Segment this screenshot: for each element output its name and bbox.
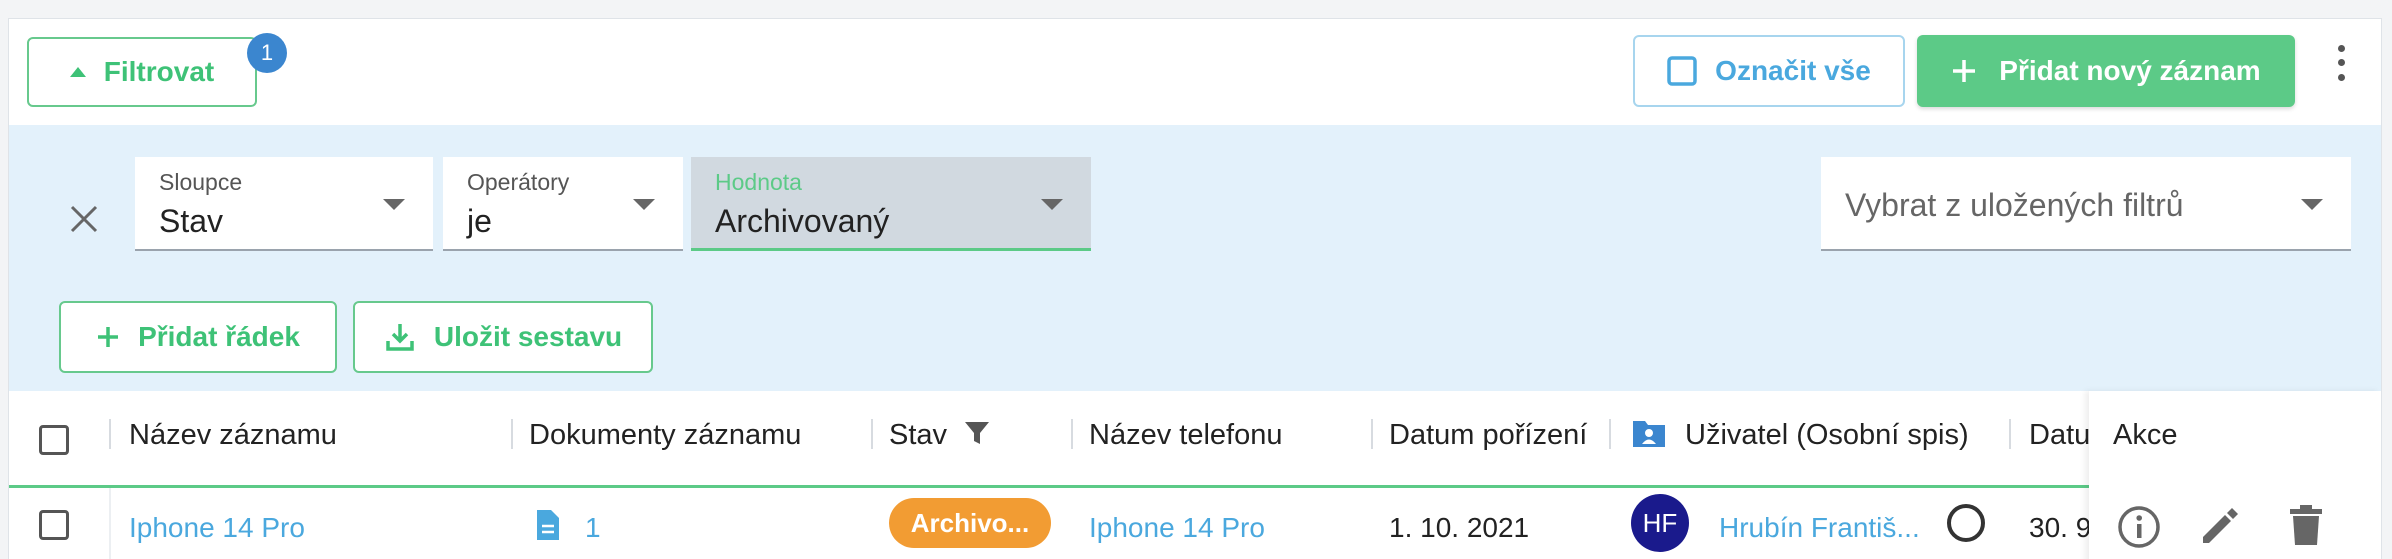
purchase-date-value: 1. 10. 2021 (1389, 512, 1530, 543)
column-separator (109, 488, 111, 559)
operator-select-value: je (467, 203, 492, 239)
toolbar: Filtrovat 1 Označit vše Přidat nový zázn… (9, 19, 2381, 125)
column-select-label: Sloupce (159, 169, 243, 195)
column-separator[interactable] (1609, 419, 1611, 449)
column-select[interactable]: Sloupce Stav (135, 157, 433, 251)
add-row-button[interactable]: Přidat řádek (59, 301, 337, 373)
operator-select[interactable]: Operátory je (443, 157, 683, 251)
column-header-phone[interactable]: Název telefonu (1089, 419, 1282, 452)
dropdown-arrow-icon (2301, 199, 2323, 210)
chevron-up-icon (69, 67, 86, 77)
info-icon[interactable] (2117, 505, 2161, 554)
save-report-label: Uložit sestavu (433, 321, 623, 352)
delete-trash-icon[interactable] (2287, 503, 2325, 552)
user-name-link[interactable]: Hrubín Františ... (1719, 512, 1920, 544)
table-row[interactable]: Iphone 14 Pro 1 Archivo... Iphone 14 Pro… (9, 488, 2381, 559)
add-record-button[interactable]: Přidat nový záznam (1917, 35, 2295, 107)
operator-select-label: Operátory (467, 169, 570, 195)
records-panel: Filtrovat 1 Označit vše Přidat nový zázn… (8, 18, 2382, 559)
column-header-date-truncated[interactable]: Datu (2029, 419, 2090, 452)
filter-toggle-button[interactable]: Filtrovat 1 (27, 33, 287, 107)
dropdown-arrow-icon (633, 199, 655, 210)
column-separator[interactable] (1371, 419, 1373, 449)
filter-button-label: Filtrovat (103, 56, 215, 87)
select-all-button[interactable]: Označit vše (1633, 35, 1905, 107)
value-select-value: Archivovaný (715, 203, 890, 239)
column-header-documents[interactable]: Dokumenty záznamu (529, 419, 801, 452)
dropdown-arrow-icon (1041, 199, 1063, 210)
personal-folder-icon (1631, 417, 1667, 454)
filter-count-badge: 1 (247, 33, 287, 73)
column-separator[interactable] (511, 419, 513, 449)
checkbox-icon (1667, 56, 1697, 86)
column-select-value: Stav (159, 203, 224, 239)
column-separator (109, 419, 111, 449)
value-select[interactable]: Hodnota Archivovaný (691, 157, 1091, 251)
column-header-purchase-date[interactable]: Datum pořízení (1389, 419, 1587, 452)
select-all-label: Označit vše (1715, 55, 1871, 86)
saved-filters-select[interactable]: Vybrat z uložených filtrů (1821, 157, 2351, 251)
column-header-actions: Akce (2113, 419, 2178, 451)
document-icon[interactable] (535, 508, 561, 547)
column-separator[interactable] (1071, 419, 1073, 449)
avatar: HF (1631, 494, 1689, 552)
remove-filter-icon[interactable] (69, 201, 99, 241)
plus-icon (1951, 58, 1977, 84)
saved-filters-placeholder: Vybrat z uložených filtrů (1845, 187, 2184, 223)
column-separator[interactable] (871, 419, 873, 449)
table-header: Název záznamu Dokumenty záznamu Stav Náz… (9, 391, 2381, 488)
status-circle-icon (1947, 504, 1985, 542)
date-truncated-value: 30. 9 (2029, 512, 2092, 543)
download-icon (384, 321, 416, 353)
filter-panel: Sloupce Stav Operátory je Hodnota Archiv… (9, 125, 2381, 391)
save-report-button[interactable]: Uložit sestavu (353, 301, 653, 373)
value-select-label: Hodnota (715, 169, 802, 195)
actions-column: Akce (2089, 391, 2381, 559)
row-checkbox[interactable] (39, 510, 69, 540)
add-record-label: Přidat nový záznam (1999, 55, 2261, 86)
column-header-name[interactable]: Název záznamu (129, 419, 337, 452)
column-header-status[interactable]: Stav (889, 419, 947, 452)
phone-name-link[interactable]: Iphone 14 Pro (1089, 512, 1265, 544)
record-name-link[interactable]: Iphone 14 Pro (129, 512, 305, 544)
edit-pencil-icon[interactable] (2199, 505, 2241, 552)
add-row-label: Přidat řádek (138, 321, 300, 352)
column-header-user[interactable]: Uživatel (Osobní spis) (1685, 419, 1969, 452)
select-all-rows-checkbox[interactable] (39, 425, 69, 455)
filter-funnel-icon[interactable] (963, 419, 991, 452)
status-badge: Archivo... (889, 498, 1051, 548)
column-separator[interactable] (2009, 419, 2011, 449)
documents-count-link[interactable]: 1 (585, 512, 601, 544)
plus-icon (96, 325, 120, 349)
dropdown-arrow-icon (383, 199, 405, 210)
more-options-icon[interactable] (2329, 41, 2353, 85)
